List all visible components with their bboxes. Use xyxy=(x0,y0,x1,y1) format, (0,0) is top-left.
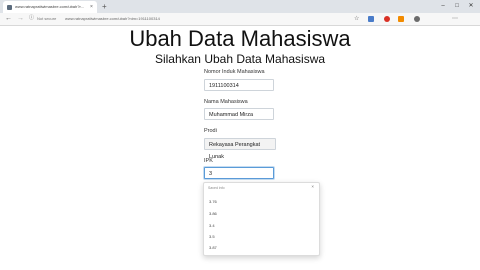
browser-toolbar: ← → ⓘ Not secure www.ratnapratiwimasbre.… xyxy=(0,13,480,26)
maximize-button[interactable]: □ xyxy=(450,0,464,13)
autocomplete-dropdown: Saved info × 3.76 3.86 3.4 3.5 3.87 xyxy=(203,182,320,256)
page-subtitle: Silahkan Ubah Data Mahasiswa xyxy=(154,52,326,66)
minimize-button[interactable]: – xyxy=(436,0,450,13)
menu-icon[interactable]: ⋯ xyxy=(452,13,458,25)
autocomplete-close-icon[interactable]: × xyxy=(311,184,314,189)
address-bar[interactable]: www.ratnapratiwimasbre.com/ubah?nim=1911… xyxy=(65,13,160,25)
site-favicon-icon xyxy=(7,5,12,10)
nim-label: Nomor Induk Mahasiswa xyxy=(204,69,265,75)
tab-title: www.ratnapratiwimasbre.com/ubah?r... xyxy=(15,4,84,9)
forward-button[interactable]: → xyxy=(17,13,24,25)
autocomplete-item[interactable]: 3.4 xyxy=(209,223,215,228)
nama-input[interactable]: Muhammad Mirza xyxy=(204,108,274,120)
tab-close-icon[interactable]: × xyxy=(90,1,93,13)
info-icon[interactable]: ⓘ xyxy=(28,15,35,22)
browser-tab[interactable]: www.ratnapratiwimasbre.com/ubah?r... × xyxy=(3,1,97,13)
extension-icon[interactable] xyxy=(368,16,374,22)
extension-icon[interactable] xyxy=(398,16,404,22)
autocomplete-item[interactable]: 3.86 xyxy=(209,211,217,216)
not-secure-label[interactable]: Not secure xyxy=(37,13,56,25)
autocomplete-header: Saved info xyxy=(208,186,225,190)
ipk-input[interactable]: 3 xyxy=(204,167,274,179)
star-icon[interactable]: ☆ xyxy=(354,13,359,25)
back-button[interactable]: ← xyxy=(5,13,12,25)
autocomplete-item[interactable]: 3.5 xyxy=(209,234,215,239)
nama-label: Nama Mahasiswa xyxy=(204,99,248,105)
prodi-select[interactable]: Rekayasa Perangkat Lunak xyxy=(204,138,276,160)
page-title: Ubah Data Mahasiswa xyxy=(129,26,351,51)
opera-icon[interactable] xyxy=(384,16,390,22)
new-tab-button[interactable]: + xyxy=(102,2,107,11)
ipk-label: IPK xyxy=(204,158,213,164)
autocomplete-item[interactable]: 3.87 xyxy=(209,245,217,250)
nim-input[interactable]: 1911100314 xyxy=(204,79,274,91)
prodi-label: Prodi xyxy=(204,128,217,134)
browser-titlebar: www.ratnapratiwimasbre.com/ubah?r... × +… xyxy=(0,0,480,13)
autocomplete-item[interactable]: 3.76 xyxy=(209,199,217,204)
profile-icon[interactable] xyxy=(414,16,420,22)
close-window-button[interactable]: ✕ xyxy=(464,0,478,13)
